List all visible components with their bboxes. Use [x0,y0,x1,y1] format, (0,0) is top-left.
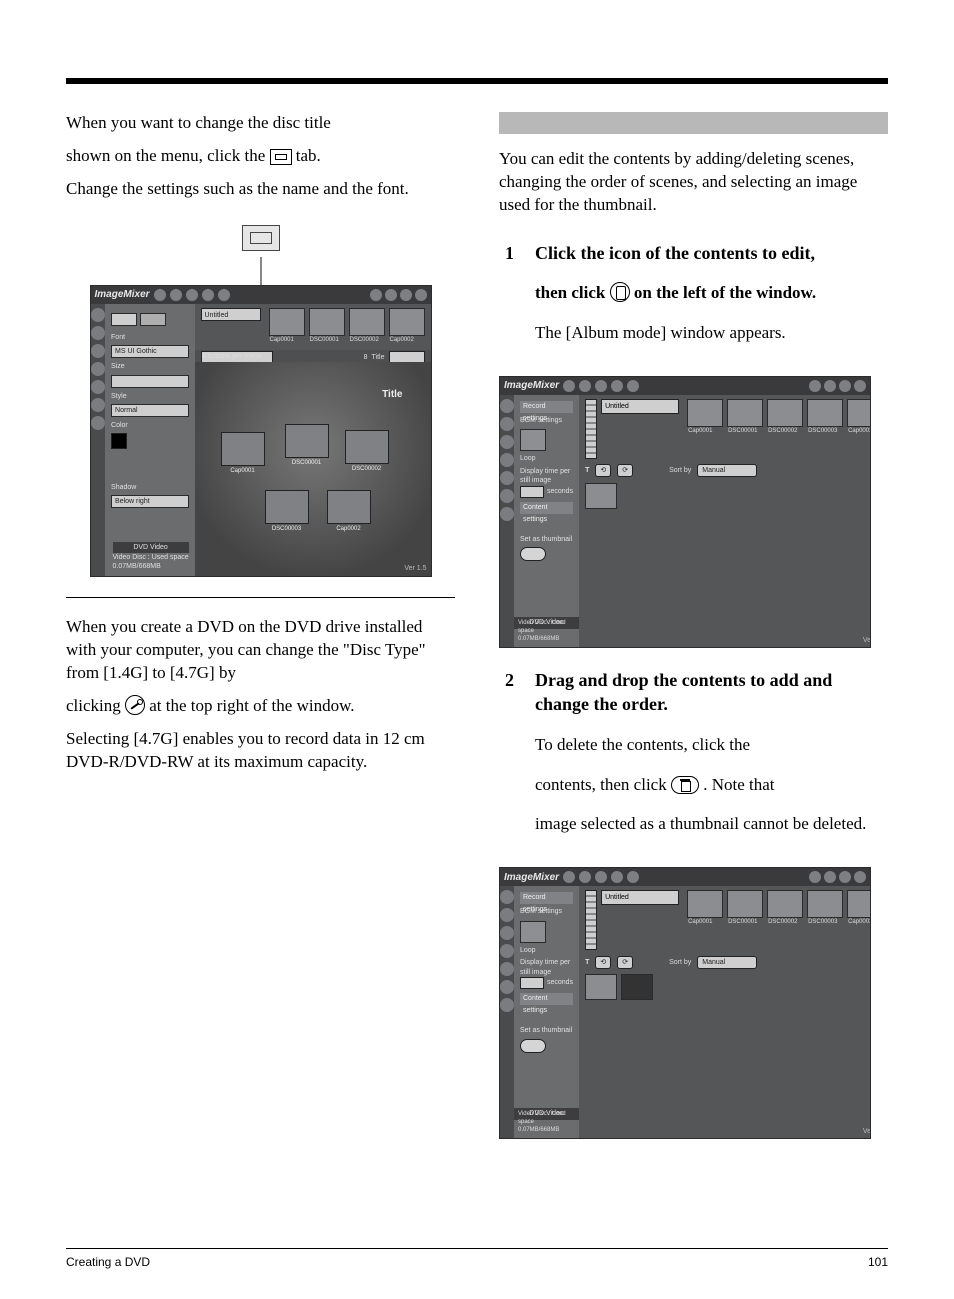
thumb: Cap0002 [847,399,871,427]
step-2-p2a: To delete the contents, click the [535,734,888,757]
shadow-label: Shadow [111,483,188,492]
font-label: Font [111,333,188,342]
filmstrip-icon [585,399,597,459]
version-label: Ver 1.5 [404,564,426,573]
left-p2b: clicking at the top right of the window. [66,695,455,718]
screenshot-menu-settings: ImageMixer [90,285,432,577]
step-1-line2: then click on the left of the window. [535,282,888,305]
size-label: Size [111,362,188,371]
left-settings-panel: Record settings BGM settings Loop Displa… [514,395,579,647]
shadow-field[interactable]: Below right [111,495,188,508]
sort-select[interactable]: Manual [697,464,757,477]
menu-title-label: Title [382,388,402,402]
tab-a[interactable] [111,313,137,326]
thumb: DSC00001 [309,308,345,336]
tab-icon [270,149,292,165]
callout-tab-icon [66,225,455,251]
color-swatch[interactable] [111,433,127,449]
step-2: 2 Drag and drop the contents to add and … [505,668,888,717]
step-2-p2c: image selected as a thumbnail cannot be … [535,813,888,836]
style-field[interactable]: Normal [111,404,188,417]
wrench-icon [125,695,145,715]
size-field[interactable] [111,375,188,388]
footer-left: Creating a DVD [66,1255,477,1269]
footer-page-number: 101 [477,1255,888,1269]
used-value: 0.07MB/668MB [113,563,161,570]
thumb: DSC00002 [349,308,385,336]
thumb: DSC00002 [767,399,803,427]
thumb: DSC00001 [727,399,763,427]
left-column: When you want to change the disc title s… [66,112,455,1145]
tab-icon-large [242,225,280,251]
trash-icon [671,776,699,794]
main-area: Untitled Cap0001 DSC00001 DSC00002 DSC00… [579,886,871,1138]
content-settings-header: Content settings [520,502,573,514]
left-p2a: When you create a DVD on the DVD drive i… [66,616,455,685]
album-dropdown[interactable]: Untitled [201,308,261,321]
screenshot-album-mode-1: ImageMixer Record settings [499,376,871,648]
scroll-icon [610,282,630,302]
page-rule [66,78,888,84]
step-1: 1 Click the icon of the contents to edit… [505,241,888,265]
step-2-line1: Drag and drop the contents to add and ch… [535,668,888,717]
record-settings-header: Record settings [520,401,573,413]
left-settings-panel: Record settings BGM settings Loop Displa… [514,886,579,1138]
thumb: Cap0001 [269,308,305,336]
left-p2c: Selecting [4.7G] enables you to record d… [66,728,455,774]
right-intro: You can edit the contents by adding/dele… [499,148,888,217]
side-toolbar[interactable] [500,886,514,1138]
style-label: Style [111,392,188,401]
left-settings-panel: Font MS UI Gothic Size Style Normal Colo… [105,304,194,576]
thumb: Cap0001 [687,399,723,427]
app-brand: ImageMixer [95,288,150,302]
bgm-button[interactable] [520,429,546,451]
menu-canvas[interactable]: Title Cap0001 DSC00001 DSC00002 DSC00003… [195,362,431,576]
left-p1-before: shown on the menu, click the [66,146,270,165]
step-1-line1: Click the icon of the contents to edit, [535,241,888,265]
album-dropdown[interactable]: Untitled [601,399,679,414]
page-footer: Creating a DVD 101 [66,1248,888,1269]
disc-label: Video Disc : [113,554,150,561]
section-header-bar [499,112,888,134]
thumb: DSC00003 [807,399,843,427]
dvd-video-label: DVD Video [113,542,189,553]
section-divider [66,597,455,598]
thumb: Cap0002 [389,308,425,336]
screenshot-album-mode-2: ImageMixer Record settings [499,867,871,1139]
right-column: You can edit the contents by adding/dele… [499,112,888,1145]
content-thumb[interactable] [585,483,617,509]
left-p1-after: tab. [296,146,321,165]
set-thumbnail-button[interactable] [520,547,546,561]
two-column-layout: When you want to change the disc title s… [66,112,888,1145]
left-p1-line2: shown on the menu, click the tab. [66,145,455,168]
step-2-p2b: contents, then click . Note that [535,774,888,797]
color-label: Color [111,421,188,430]
main-area: Untitled Cap0001 DSC00001 DSC00002 DSC00… [579,395,871,647]
left-p1-line1: When you want to change the disc title [66,112,455,135]
tab-b[interactable] [140,313,166,326]
font-field[interactable]: MS UI Gothic [111,345,188,358]
main-area: Untitled Cap0001 DSC00001 DSC00002 Cap00… [195,304,431,576]
callout-pointer [260,257,262,285]
side-toolbar[interactable] [500,395,514,647]
left-p1-line3: Change the settings such as the name and… [66,178,455,201]
step-1-number: 1 [505,241,523,265]
side-toolbar[interactable] [91,304,106,576]
step-2-number: 2 [505,668,523,717]
step-1-line3: The [Album mode] window appears. [535,322,888,345]
